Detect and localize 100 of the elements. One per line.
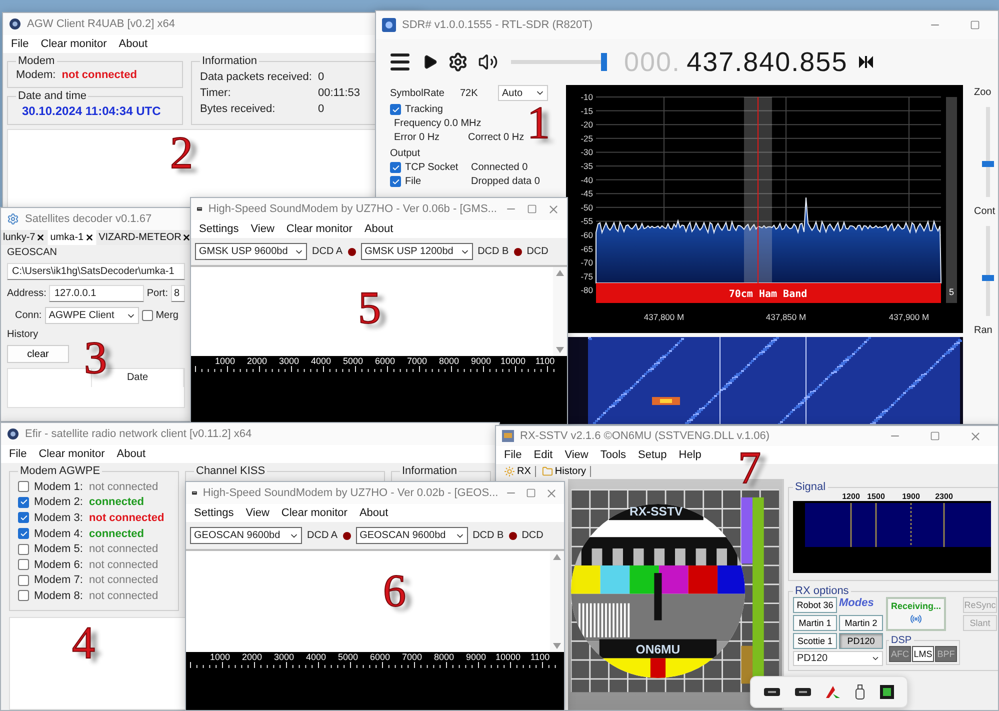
mode-button[interactable]: Martin 2 — [839, 615, 883, 631]
menu-item[interactable]: Clear monitor — [40, 38, 107, 50]
menu-item[interactable]: Tools — [600, 449, 626, 461]
connection-dropdown[interactable]: AGWPE Client — [44, 307, 139, 324]
scrollbar[interactable] — [553, 267, 567, 356]
menu-item[interactable]: About — [364, 223, 394, 235]
group-title: Date and time — [17, 90, 88, 102]
mode-button[interactable]: PD120 — [839, 633, 883, 649]
port-field[interactable]: 8 — [171, 285, 185, 302]
menu-item[interactable]: Clear monitor — [286, 223, 352, 235]
slider-thumb[interactable] — [601, 53, 608, 71]
tab[interactable]: lunky-7 — [1, 230, 48, 245]
app-icon[interactable] — [824, 685, 841, 699]
modem-label: Modem 1: — [34, 480, 84, 493]
menu-item[interactable]: About — [118, 38, 148, 50]
frequency-scale-label: 3000 — [272, 652, 296, 662]
checkbox[interactable] — [18, 559, 29, 570]
menu-item[interactable]: About — [116, 448, 146, 460]
menu-item[interactable]: Clear monitor — [281, 507, 348, 519]
menu-item[interactable]: File — [9, 448, 27, 460]
menu-item[interactable]: About — [359, 507, 388, 519]
modem-mode-dropdown[interactable]: GMSK USP 1200bd — [360, 243, 473, 260]
frequency-display[interactable]: 437.840.855 — [686, 46, 848, 78]
slider-thumb[interactable] — [982, 275, 994, 282]
swap-icon[interactable] — [858, 55, 874, 69]
modem-mode-dropdown[interactable]: GEOSCAN 9600bd — [190, 527, 302, 544]
frequency-tick: 1500 — [867, 493, 885, 501]
checkbox[interactable] — [142, 310, 153, 321]
mode-button[interactable]: Scottie 1 — [793, 633, 837, 649]
checkbox[interactable] — [390, 162, 401, 173]
checkbox[interactable] — [18, 496, 29, 508]
menu-item[interactable]: Setup — [638, 449, 667, 461]
level-value: 5 — [949, 287, 954, 297]
app-icon — [197, 205, 202, 213]
menu-item[interactable]: File — [11, 38, 29, 50]
checkbox[interactable] — [18, 574, 29, 586]
menu-item[interactable]: File — [504, 449, 522, 461]
menu-item[interactable]: Settings — [199, 223, 239, 235]
modem-mode-dropdown[interactable]: GEOSCAN 9600bd — [356, 527, 468, 544]
toolbar-button[interactable]: History — [542, 466, 592, 477]
checkbox[interactable] — [390, 104, 401, 115]
device-icon[interactable] — [764, 688, 780, 696]
tab[interactable]: VIZARD-METEOR — [96, 230, 191, 245]
scrollbar[interactable] — [550, 551, 564, 652]
mode-dropdown[interactable]: PD120 — [793, 651, 883, 666]
status-text: not connected — [89, 512, 164, 524]
modem-mode-dropdown[interactable]: GMSK USP 9600bd — [195, 243, 307, 260]
menu-item[interactable]: View — [564, 449, 588, 461]
slider-thumb[interactable] — [982, 160, 994, 167]
menu-item[interactable]: Settings — [194, 507, 234, 519]
scroll-up-icon[interactable] — [556, 270, 564, 276]
frequency-tick: 2300 — [935, 493, 953, 501]
play-icon[interactable] — [422, 54, 438, 70]
close-icon[interactable] — [182, 233, 191, 242]
frequency-scale-label: 5000 — [342, 356, 364, 366]
scroll-up-icon[interactable] — [553, 554, 561, 560]
group-title: DSP — [890, 635, 913, 646]
mode-button[interactable]: Robot 36 — [793, 597, 837, 613]
group-title: Information — [401, 465, 458, 477]
menu-item[interactable]: Edit — [534, 449, 553, 461]
menu-item[interactable]: Help — [678, 449, 702, 461]
toolbar-button[interactable]: RX — [504, 466, 536, 477]
checkbox-label: File — [405, 176, 422, 187]
menu-item[interactable]: View — [250, 223, 274, 235]
checkbox[interactable] — [18, 590, 29, 602]
checkbox[interactable] — [18, 528, 29, 540]
device-icon[interactable] — [794, 688, 811, 696]
menu-item[interactable]: Clear monitor — [38, 448, 105, 460]
close-icon[interactable] — [36, 233, 46, 242]
status-text: connected — [89, 496, 144, 508]
speaker-icon[interactable] — [478, 52, 498, 72]
group-title: Channel KISS — [195, 465, 266, 477]
scroll-down-icon[interactable] — [553, 643, 561, 649]
checkbox[interactable] — [390, 176, 401, 187]
annotation-number: 6 — [383, 568, 406, 614]
usb-drive-icon[interactable] — [855, 684, 866, 700]
path-field[interactable]: C:\Users\ik1hg\SatsDecoder\umka-1 — [7, 263, 185, 280]
close-icon — [968, 430, 982, 442]
checkbox-label: TCP Socket — [405, 162, 460, 173]
axis-tick-label: -50 — [580, 202, 593, 212]
frequency-scale-label: 9000 — [470, 356, 492, 366]
checkbox[interactable] — [18, 481, 29, 492]
frequency-scale-label: 1100 — [529, 652, 551, 662]
chip-icon[interactable] — [880, 685, 894, 699]
menu-item[interactable]: View — [246, 507, 270, 519]
address-field[interactable]: 127.0.0.1 — [49, 285, 144, 302]
close-icon[interactable] — [84, 233, 94, 242]
dcd-led-icon — [508, 532, 517, 540]
dsp-toggle[interactable]: LMS — [912, 646, 934, 662]
clear-button[interactable]: clear — [7, 345, 69, 363]
app-icon — [192, 489, 197, 497]
settings-icon[interactable] — [448, 52, 468, 72]
app-icon — [7, 428, 19, 440]
tab[interactable]: umka-1 — [48, 230, 96, 245]
mode-dropdown[interactable]: Auto — [498, 85, 548, 101]
scroll-down-icon[interactable] — [556, 347, 564, 353]
field-label: Conn: — [15, 310, 42, 321]
checkbox[interactable] — [18, 544, 29, 555]
mode-button[interactable]: Martin 1 — [793, 615, 837, 631]
checkbox[interactable] — [18, 512, 29, 524]
